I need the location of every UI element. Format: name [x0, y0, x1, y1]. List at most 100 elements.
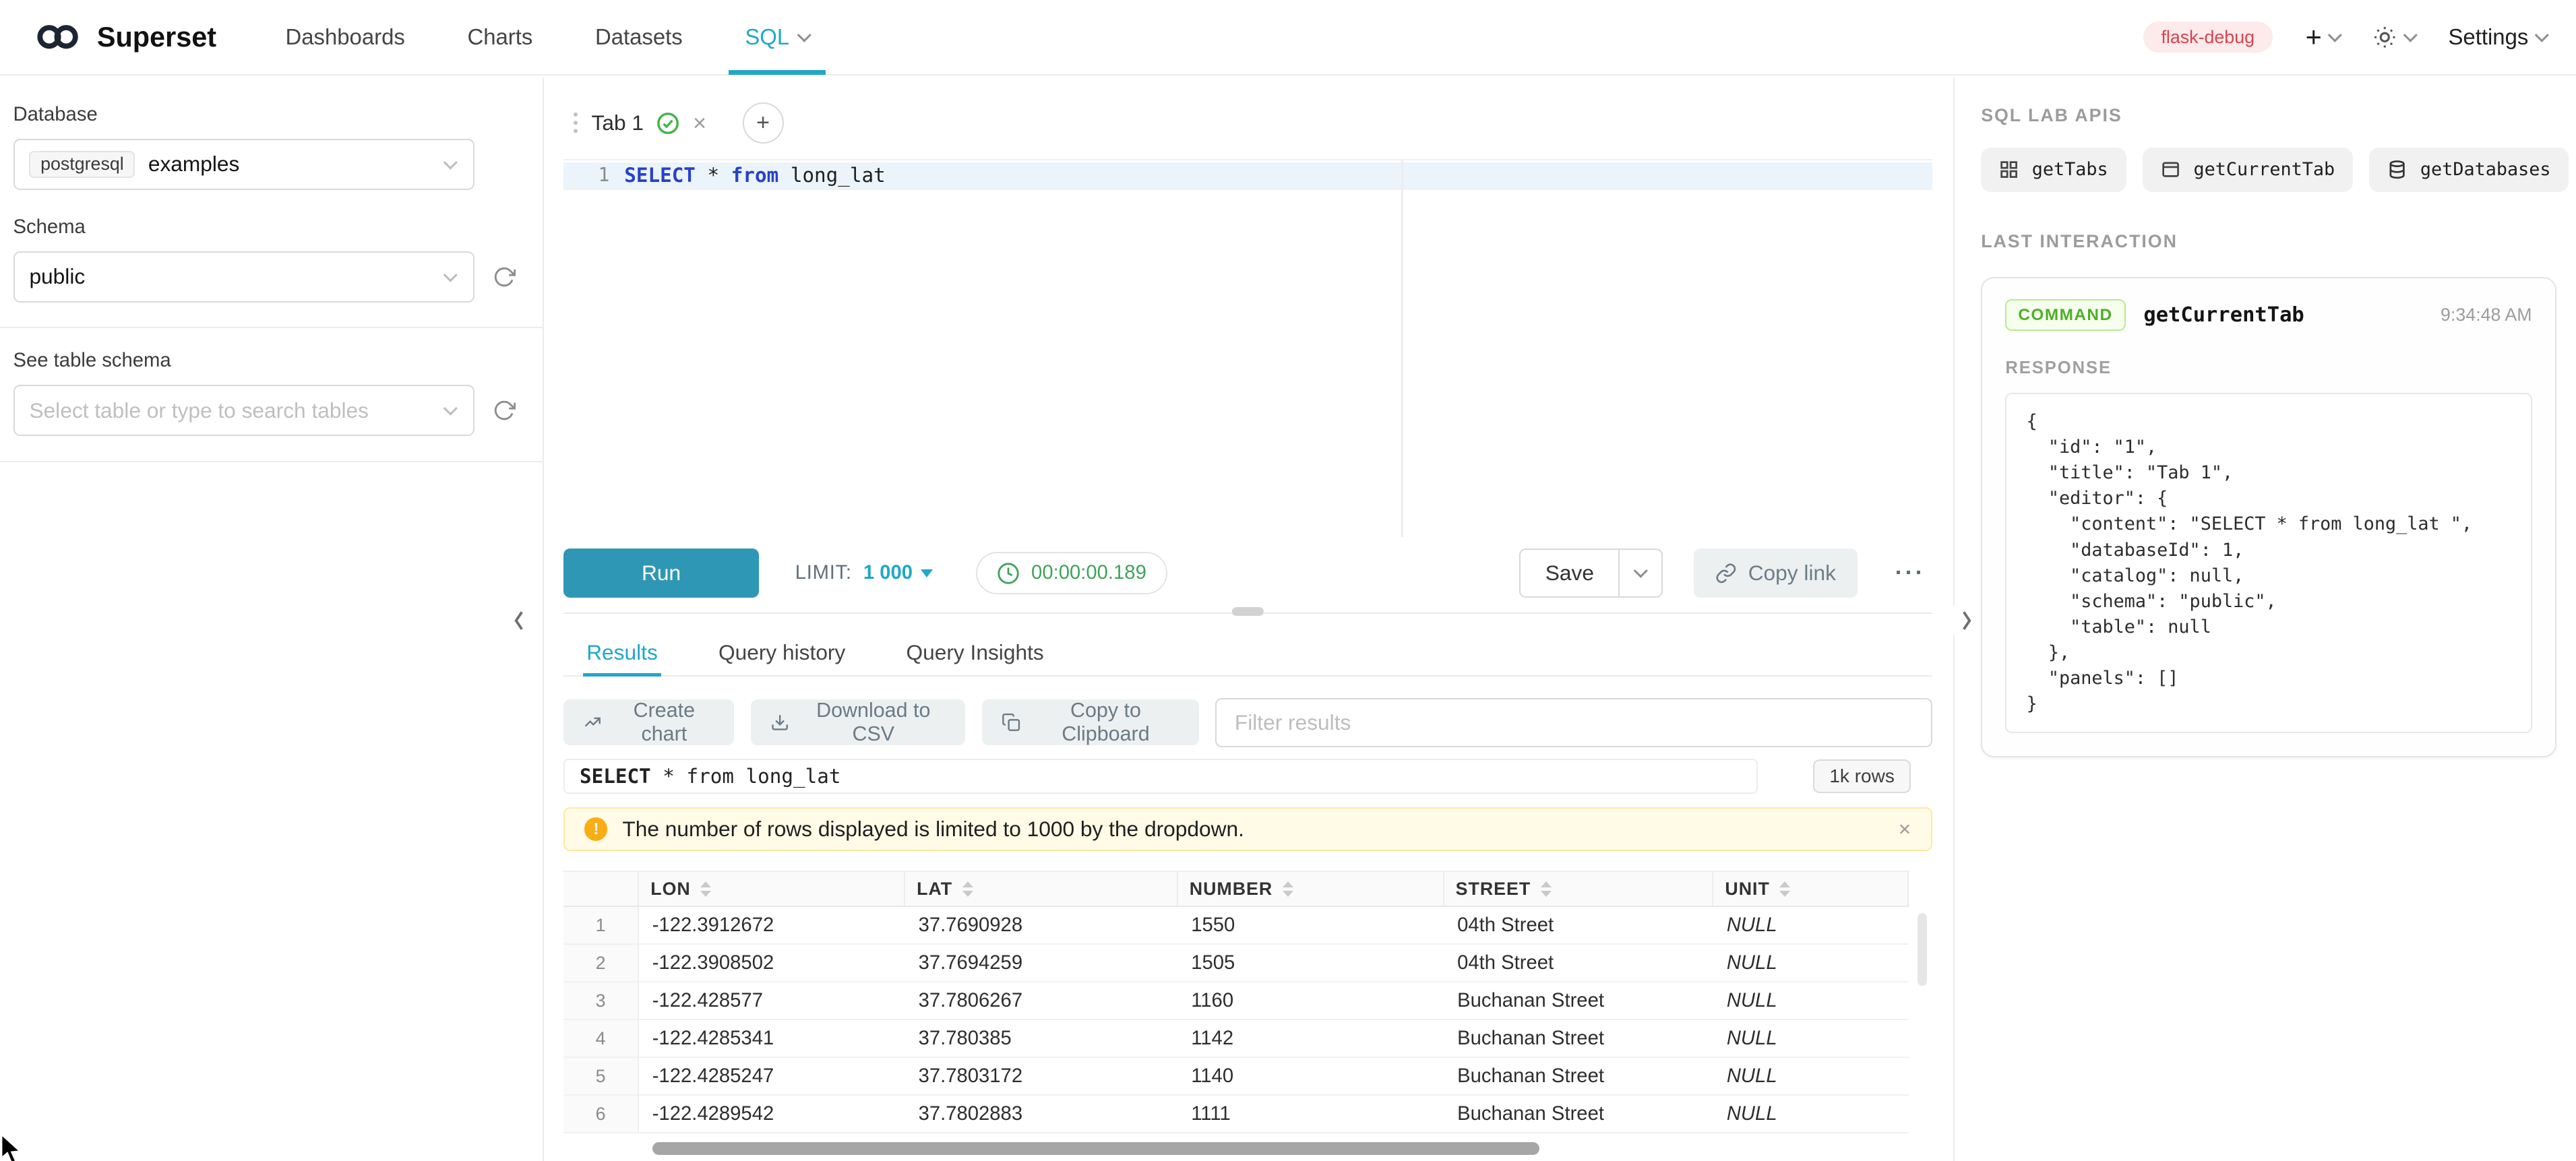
- last-interaction-card: COMMAND getCurrentTab 9:34:48 AM RESPONS…: [1981, 277, 2556, 757]
- more-options-button[interactable]: ···: [1889, 560, 1932, 586]
- create-chart-button[interactable]: Create chart: [563, 699, 734, 745]
- tab-results[interactable]: Results: [583, 631, 661, 675]
- row-number: 2: [563, 945, 639, 981]
- cell-lon: -122.4285341: [639, 1028, 905, 1050]
- command-badge: COMMAND: [2005, 299, 2125, 331]
- copy-link-button[interactable]: Copy link: [1694, 548, 1857, 598]
- sort-icon: [962, 881, 973, 897]
- schema-row: public: [13, 251, 523, 303]
- sql-keyword: from: [731, 164, 778, 187]
- cell-lon: -122.428577: [639, 990, 905, 1012]
- cell-lon: -122.3908502: [639, 952, 905, 974]
- cell-unit: NULL: [1713, 1103, 1909, 1125]
- alert-text: The number of rows displayed is limited …: [622, 817, 1244, 842]
- table-row: 4 -122.4285341 37.780385 1142 Buchanan S…: [563, 1020, 1909, 1058]
- nav-datasets[interactable]: Datasets: [595, 0, 683, 75]
- print-margin-line: [1401, 160, 1403, 537]
- query-timer: 00:00:00.189: [976, 552, 1167, 594]
- tab-query-insights[interactable]: Query Insights: [903, 631, 1047, 675]
- cell-number: 1142: [1178, 1028, 1444, 1050]
- save-button[interactable]: Save: [1519, 548, 1620, 598]
- theme-toggle-button[interactable]: [2372, 25, 2415, 50]
- tab-query-history[interactable]: Query history: [715, 631, 849, 675]
- copy-icon: [1002, 712, 1020, 733]
- limit-control: LIMIT: 1 000: [795, 562, 933, 584]
- cell-street: Buchanan Street: [1444, 1065, 1714, 1088]
- results-actions: Create chart Download to CSV Copy to Cli…: [563, 698, 1932, 747]
- limit-label: LIMIT:: [795, 562, 852, 584]
- new-item-button[interactable]: +: [2306, 23, 2340, 51]
- get-databases-button[interactable]: getDatabases: [2369, 148, 2569, 192]
- brand[interactable]: Superset: [33, 21, 216, 53]
- cell-lat: 37.7806267: [905, 990, 1178, 1012]
- column-label: LAT: [917, 879, 952, 900]
- row-number: 1: [563, 907, 639, 943]
- header-number[interactable]: NUMBER: [1178, 872, 1444, 906]
- table-row: 5 -122.4285247 37.7803172 1140 Buchanan …: [563, 1058, 1909, 1096]
- chevron-down-icon: [2403, 28, 2418, 42]
- interaction-header: COMMAND getCurrentTab 9:34:48 AM: [2005, 299, 2532, 331]
- database-label: Database: [13, 104, 523, 126]
- get-tabs-label: getTabs: [2032, 159, 2108, 180]
- cell-street: 04th Street: [1444, 914, 1714, 937]
- table-row: 6 -122.4289542 37.7802883 1111 Buchanan …: [563, 1096, 1909, 1133]
- nav-charts[interactable]: Charts: [467, 0, 532, 75]
- alert-close-icon[interactable]: ×: [1899, 817, 1911, 842]
- table-select[interactable]: [13, 385, 475, 436]
- header-lat[interactable]: LAT: [905, 872, 1178, 906]
- sqllab-left-sidebar: Database postgresql examples Schema publ…: [0, 77, 544, 1161]
- row-count-badge: 1k rows: [1813, 759, 1910, 794]
- cell-street: Buchanan Street: [1444, 990, 1714, 1012]
- collapse-right-panel-button[interactable]: [1953, 606, 1980, 635]
- sort-icon: [1283, 881, 1293, 897]
- cell-unit: NULL: [1713, 952, 1909, 974]
- nav-dashboards[interactable]: Dashboards: [285, 0, 404, 75]
- download-csv-button[interactable]: Download to CSV: [751, 699, 966, 745]
- clock-icon: [997, 562, 1020, 585]
- header-street[interactable]: STREET: [1444, 872, 1714, 906]
- close-tab-icon[interactable]: ×: [693, 112, 706, 135]
- header-unit[interactable]: UNIT: [1713, 872, 1909, 906]
- get-current-tab-button[interactable]: getCurrentTab: [2143, 148, 2353, 192]
- refresh-schemas-button[interactable]: [493, 265, 516, 288]
- table-select-input[interactable]: [29, 398, 431, 423]
- get-tabs-button[interactable]: getTabs: [1981, 148, 2126, 192]
- limit-dropdown[interactable]: 1 000: [863, 562, 933, 584]
- sql-editor[interactable]: 1 SELECT * from long_lat: [563, 159, 1932, 537]
- warning-icon: !: [584, 817, 607, 840]
- save-dropdown-button[interactable]: [1618, 548, 1663, 598]
- grid-icon: [1999, 160, 2019, 179]
- horizontal-scrollbar[interactable]: [652, 1142, 1539, 1156]
- run-query-button[interactable]: Run: [563, 548, 759, 598]
- settings-menu[interactable]: Settings: [2448, 24, 2546, 50]
- cell-street: Buchanan Street: [1444, 1103, 1714, 1125]
- sort-icon: [700, 881, 711, 897]
- command-name: getCurrentTab: [2143, 303, 2304, 327]
- drag-handle-icon: [574, 113, 578, 134]
- vertical-scrollbar[interactable]: [1918, 913, 1928, 985]
- sun-icon: [2372, 25, 2397, 50]
- timer-value: 00:00:00.189: [1031, 562, 1146, 584]
- chevron-down-icon: [443, 268, 458, 282]
- add-tab-button[interactable]: +: [743, 102, 784, 144]
- filter-results-input[interactable]: [1215, 698, 1932, 747]
- collapse-left-panel-button[interactable]: [506, 606, 532, 635]
- table-header: LON LAT NUMBER STREET UNIT: [563, 871, 1909, 907]
- cell-lon: -122.4289542: [639, 1103, 905, 1125]
- refresh-tables-button[interactable]: [493, 399, 516, 422]
- copy-clipboard-button[interactable]: Copy to Clipboard: [982, 699, 1199, 745]
- results-tabbar: Results Query history Query Insights: [563, 631, 1932, 677]
- nav-sql[interactable]: SQL: [745, 0, 809, 75]
- resize-handle[interactable]: [1232, 607, 1263, 615]
- apis-title: SQL LAB APIS: [1981, 105, 2556, 126]
- schema-select[interactable]: public: [13, 251, 475, 303]
- database-type-tag: postgresql: [29, 151, 135, 178]
- header-lon[interactable]: LON: [639, 872, 905, 906]
- download-csv-label: Download to CSV: [801, 699, 946, 746]
- get-databases-label: getDatabases: [2420, 159, 2551, 180]
- cell-lat: 37.7694259: [905, 952, 1178, 974]
- query-tab[interactable]: Tab 1 ×: [563, 100, 716, 146]
- row-number: 6: [563, 1096, 639, 1132]
- copy-clipboard-label: Copy to Clipboard: [1032, 699, 1179, 746]
- database-select[interactable]: postgresql examples: [13, 139, 475, 190]
